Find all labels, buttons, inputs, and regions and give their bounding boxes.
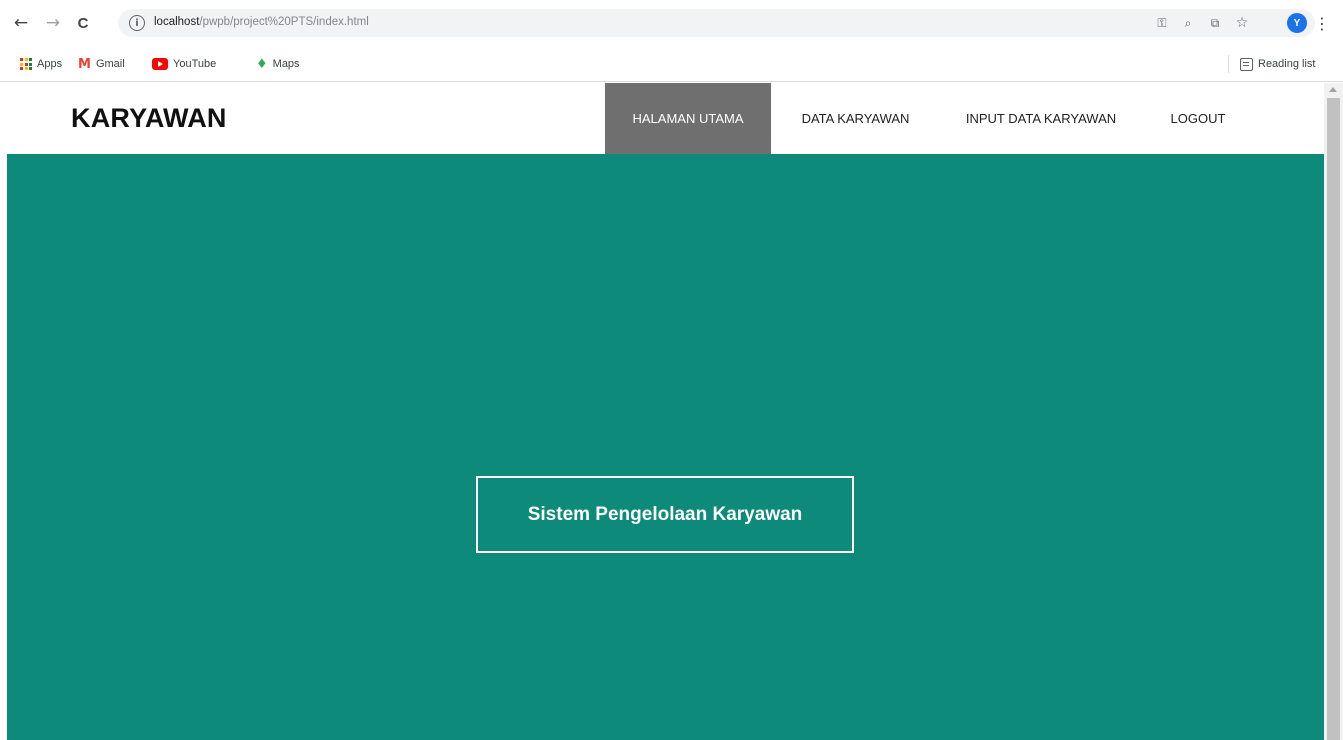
bookmark-gmail[interactable]: M Gmail bbox=[78, 55, 125, 73]
reading-list-icon bbox=[1240, 57, 1253, 71]
hero-section: Sistem Pengelolaan Karyawan bbox=[7, 154, 1324, 740]
reload-icon[interactable]: C bbox=[72, 12, 94, 34]
scroll-thumb[interactable] bbox=[1327, 98, 1340, 740]
bookmark-youtube[interactable]: YouTube bbox=[152, 55, 216, 73]
maps-pin-icon: ♦ bbox=[256, 56, 268, 72]
bookmark-apps[interactable]: Apps bbox=[20, 55, 62, 73]
gmail-icon: M bbox=[78, 56, 91, 72]
url-text: localhost/pwpb/project%20PTS/index.html bbox=[154, 16, 369, 28]
bookmarks-divider bbox=[1228, 55, 1229, 73]
zoom-icon[interactable]: ⌕ bbox=[1180, 15, 1196, 31]
address-bar[interactable]: i localhost/pwpb/project%20PTS/index.htm… bbox=[118, 9, 1315, 37]
nav-input-data-karyawan[interactable]: INPUT DATA KARYAWAN bbox=[940, 83, 1142, 154]
site-info-icon[interactable]: i bbox=[129, 15, 145, 31]
nav-logout[interactable]: LOGOUT bbox=[1142, 83, 1254, 154]
site-brand: KARYAWAN bbox=[71, 103, 227, 133]
bookmark-label: Maps bbox=[272, 58, 300, 70]
scroll-up-icon[interactable] bbox=[1329, 87, 1337, 92]
page-scrollbar[interactable] bbox=[1324, 83, 1343, 740]
reading-list-label: Reading list bbox=[1258, 58, 1316, 70]
bookmarks-bar: Apps M Gmail YouTube ♦ Maps Reading list bbox=[0, 46, 1343, 82]
back-icon[interactable]: ← bbox=[10, 12, 32, 34]
nav-data-karyawan[interactable]: DATA KARYAWAN bbox=[771, 83, 940, 154]
reading-list-button[interactable]: Reading list bbox=[1240, 55, 1315, 73]
page-viewport: KARYAWAN HALAMAN UTAMA DATA KARYAWAN INP… bbox=[7, 83, 1324, 740]
forward-icon[interactable]: → bbox=[42, 12, 64, 34]
site-header: KARYAWAN HALAMAN UTAMA DATA KARYAWAN INP… bbox=[7, 83, 1324, 154]
browser-menu-icon[interactable]: ⋮ bbox=[1314, 12, 1330, 34]
bookmark-maps[interactable]: ♦ Maps bbox=[256, 55, 300, 73]
key-icon[interactable]: ⚿ bbox=[1154, 15, 1170, 31]
bookmark-label: Gmail bbox=[95, 58, 125, 70]
star-icon[interactable]: ☆ bbox=[1234, 15, 1250, 31]
hero-title-box: Sistem Pengelolaan Karyawan bbox=[476, 476, 854, 553]
apps-grid-icon bbox=[20, 58, 32, 70]
profile-avatar[interactable]: Y bbox=[1287, 13, 1307, 33]
bookmark-label: YouTube bbox=[173, 58, 217, 70]
nav-halaman-utama[interactable]: HALAMAN UTAMA bbox=[605, 83, 771, 154]
url-path: /pwpb/project%20PTS/index.html bbox=[199, 16, 369, 28]
browser-toolbar: ← → C i localhost/pwpb/project%20PTS/ind… bbox=[0, 0, 1343, 46]
youtube-icon bbox=[152, 58, 168, 70]
share-icon[interactable]: ⧉ bbox=[1207, 15, 1223, 31]
bookmark-label: Apps bbox=[37, 58, 63, 70]
url-host: localhost bbox=[154, 16, 200, 28]
main-nav: HALAMAN UTAMA DATA KARYAWAN INPUT DATA K… bbox=[605, 83, 1254, 154]
